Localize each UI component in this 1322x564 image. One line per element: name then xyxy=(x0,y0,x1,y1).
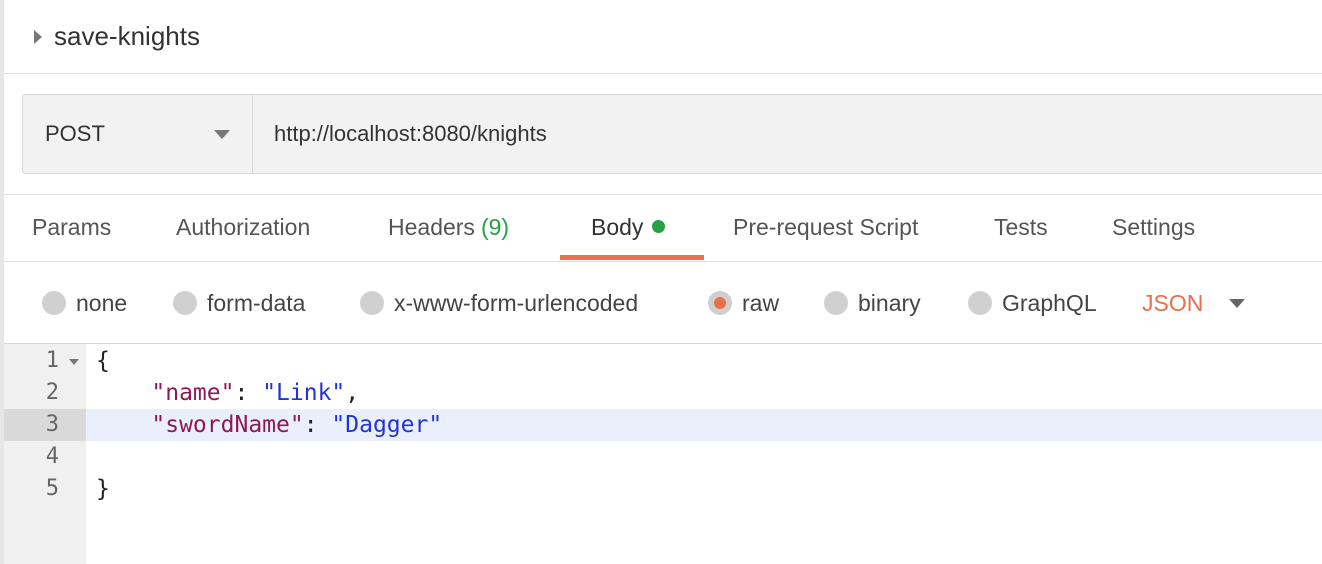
expand-caret-icon[interactable] xyxy=(34,29,42,44)
line-number: 4 xyxy=(45,444,59,469)
brace: } xyxy=(96,476,110,502)
code-text: "name": "Link", xyxy=(151,380,360,406)
tab-authorization[interactable]: Authorization xyxy=(176,196,310,260)
tab-pre-request-script[interactable]: Pre-request Script xyxy=(733,196,918,260)
editor-line: 4 xyxy=(4,441,1322,473)
radio-circle-icon xyxy=(42,291,66,315)
editor-line: 5 } xyxy=(4,473,1322,505)
line-number: 5 xyxy=(45,476,59,501)
tab-label: Headers xyxy=(388,214,475,240)
tab-label: Params xyxy=(32,214,112,240)
radio-none[interactable]: none xyxy=(42,263,127,343)
tab-label: Authorization xyxy=(176,214,311,240)
chevron-down-icon xyxy=(1229,298,1246,308)
format-select[interactable]: JSON xyxy=(1142,263,1246,343)
tab-body[interactable]: Body xyxy=(591,196,666,260)
radio-label: binary xyxy=(858,289,921,316)
request-name[interactable]: save-knights xyxy=(54,21,200,52)
radio-circle-icon xyxy=(360,291,384,315)
radio-x-www-form-urlencoded[interactable]: x-www-form-urlencoded xyxy=(360,263,638,343)
chevron-down-icon xyxy=(214,129,230,139)
active-tab-indicator xyxy=(560,255,704,260)
tab-label: Pre-request Script xyxy=(733,214,919,240)
format-label: JSON xyxy=(1142,289,1204,316)
radio-form-data[interactable]: form-data xyxy=(173,263,305,343)
radio-label: x-www-form-urlencoded xyxy=(394,289,639,316)
body-type-options: none form-data x-www-form-urlencoded raw… xyxy=(4,263,1322,343)
editor-line-active: 3 "swordName": "Dagger" xyxy=(4,409,1322,441)
json-string: "Link" xyxy=(262,380,346,406)
body-indicator-dot-icon xyxy=(652,220,666,233)
radio-graphql[interactable]: GraphQL xyxy=(968,263,1097,343)
url-input[interactable] xyxy=(253,95,1322,173)
tab-headers[interactable]: Headers (9) xyxy=(388,196,509,260)
code-text: "swordName": "Dagger" xyxy=(151,412,443,438)
radio-label: GraphQL xyxy=(1002,289,1097,316)
radio-circle-icon xyxy=(824,291,848,315)
radio-label: raw xyxy=(742,289,780,316)
method-select[interactable]: POST xyxy=(23,95,253,173)
code-text: } xyxy=(96,473,110,505)
json-key: "swordName" xyxy=(151,412,304,438)
radio-label: none xyxy=(76,289,128,316)
radio-circle-icon xyxy=(968,291,992,315)
tab-params[interactable]: Params xyxy=(32,196,111,260)
tab-tests[interactable]: Tests xyxy=(994,196,1048,260)
radio-circle-icon xyxy=(173,291,197,315)
json-string: "Dagger" xyxy=(331,412,443,438)
json-key: "name" xyxy=(151,380,235,406)
radio-checked-icon xyxy=(708,291,732,315)
url-bar: POST xyxy=(22,94,1322,174)
editor-line: 1 { xyxy=(4,345,1322,377)
editor-line: 2 "name": "Link", xyxy=(4,377,1322,409)
brace: { xyxy=(96,348,110,374)
tab-label: Settings xyxy=(1112,214,1196,240)
request-tabs: Params Authorization Headers (9) Body Pre… xyxy=(4,196,1322,262)
headers-count-badge: (9) xyxy=(480,214,510,240)
line-number: 2 xyxy=(45,380,59,405)
radio-raw[interactable]: raw xyxy=(708,263,779,343)
tab-settings[interactable]: Settings xyxy=(1112,196,1195,260)
code-text: { xyxy=(96,345,110,377)
divider xyxy=(4,194,1322,195)
request-name-header: save-knights xyxy=(4,0,1322,74)
tab-label: Body xyxy=(591,214,644,240)
radio-binary[interactable]: binary xyxy=(824,263,921,343)
method-label: POST xyxy=(45,121,105,146)
body-editor[interactable]: 1 { 2 "name": "Link", 3 "swordName": "Da… xyxy=(4,343,1322,564)
fold-toggle-icon[interactable] xyxy=(69,359,79,365)
radio-label: form-data xyxy=(207,289,306,316)
line-number: 3 xyxy=(4,409,86,441)
tab-label: Tests xyxy=(994,214,1048,240)
